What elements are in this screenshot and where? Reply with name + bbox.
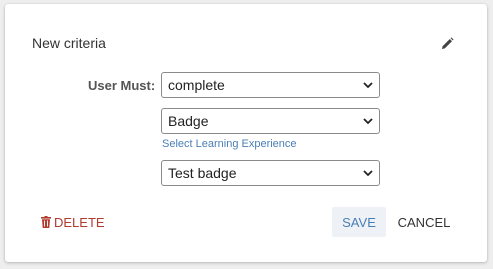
- card-title: New criteria: [32, 35, 106, 51]
- action-select-value: complete: [168, 77, 225, 93]
- select-learning-experience-link[interactable]: Select Learning Experience: [162, 138, 297, 150]
- chevron-down-icon: [363, 82, 373, 89]
- chevron-down-icon: [363, 170, 373, 177]
- item-select[interactable]: Test badge: [161, 160, 380, 186]
- trash-icon: [41, 216, 51, 228]
- type-select[interactable]: Badge: [161, 108, 380, 134]
- cancel-button[interactable]: CANCEL: [394, 207, 454, 237]
- save-button[interactable]: SAVE: [332, 207, 386, 237]
- user-must-label: User Must:: [88, 78, 156, 93]
- pencil-icon[interactable]: [440, 37, 454, 51]
- delete-label: DELETE: [54, 214, 105, 230]
- delete-button[interactable]: DELETE: [41, 213, 105, 231]
- action-select[interactable]: complete: [161, 72, 380, 98]
- item-select-value: Test badge: [168, 165, 237, 181]
- type-select-value: Badge: [168, 113, 209, 129]
- criteria-card: New criteria User Must: complete Badge S…: [5, 4, 487, 262]
- chevron-down-icon: [363, 118, 373, 125]
